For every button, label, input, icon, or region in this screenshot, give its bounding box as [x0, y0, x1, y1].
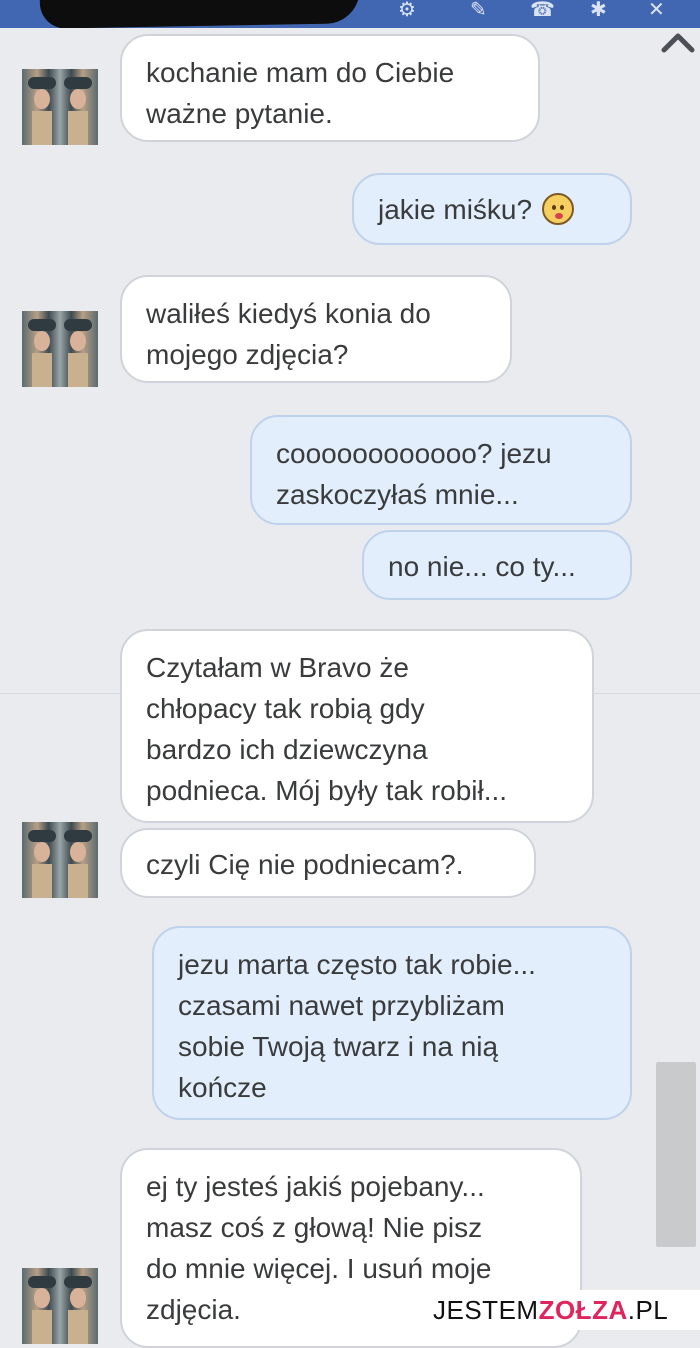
watermark-text-post: .PL — [627, 1295, 669, 1325]
chat-message-list[interactable]: kochanie mam do Ciebie ważne pytanie. ja… — [0, 28, 700, 1348]
message-line: sobie Twoją twarz i na nią — [178, 1031, 499, 1062]
outgoing-message: jezu marta często tak robie... czasami n… — [152, 926, 632, 1120]
message-line: coooooooooooo? jezu — [276, 438, 552, 469]
outgoing-message: no nie... co ty... — [362, 530, 632, 600]
add-person-icon[interactable]: ⚙ — [398, 0, 416, 20]
message-line: bardzo ich dziewczyna — [146, 734, 428, 765]
message-line: no nie... co ty... — [388, 551, 576, 582]
message-line: masz coś z głową! Nie pisz — [146, 1212, 483, 1243]
message-line: czasami nawet przybliżam — [178, 990, 505, 1021]
chat-title-bar: ⚙ ✎ ☎ ✱ ✕ — [0, 0, 700, 29]
close-icon[interactable]: ✕ — [648, 0, 665, 20]
message-line: podnieca. Mój były tak robił... — [146, 775, 508, 806]
redacted-contact-name — [39, 0, 361, 29]
message-line: mojego zdjęcia? — [146, 339, 349, 370]
incoming-message: czyli Cię nie podniecam?. — [120, 828, 536, 898]
outgoing-message: coooooooooooo? jezu zaskoczyłaś mnie... — [250, 415, 632, 525]
contact-avatar[interactable] — [22, 822, 98, 898]
message-line: ważne pytanie. — [146, 98, 333, 129]
message-line: zaskoczyłaś mnie... — [276, 479, 519, 510]
incoming-message: kochanie mam do Ciebie ważne pytanie. — [120, 34, 540, 142]
message-line: chłopacy tak robią gdy — [146, 693, 425, 724]
message-line: do mnie więcej. I usuń moje — [146, 1253, 492, 1284]
watermark-text-mid: ZOŁZA — [538, 1295, 628, 1325]
contact-avatar[interactable] — [22, 69, 98, 145]
message-line: jakie miśku? — [378, 194, 533, 225]
message-line: Czytałam w Bravo że — [146, 652, 409, 683]
incoming-message: waliłeś kiedyś konia do mojego zdjęcia? — [120, 275, 512, 383]
message-line: jezu marta często tak robie... — [178, 949, 536, 980]
video-call-icon[interactable]: ✎ — [470, 0, 487, 20]
message-line: ej ty jesteś jakiś pojebany... — [146, 1171, 485, 1202]
contact-avatar[interactable] — [22, 1268, 98, 1344]
incoming-message: Czytałam w Bravo że chłopacy tak robią g… — [120, 629, 594, 823]
message-line: kochanie mam do Ciebie — [146, 57, 455, 88]
call-icon[interactable]: ☎ — [530, 0, 555, 20]
kiss-face-emoji-icon — [542, 193, 575, 225]
chevron-up-icon[interactable] — [660, 30, 696, 54]
contact-avatar[interactable] — [22, 311, 98, 387]
message-line: czyli Cię nie podniecam?. — [146, 849, 464, 880]
settings-icon[interactable]: ✱ — [590, 0, 607, 20]
watermark-logo: JESTEMZOŁZA.PL — [425, 1290, 700, 1330]
scrollbar-thumb[interactable] — [656, 1062, 696, 1247]
message-line: waliłeś kiedyś konia do — [146, 298, 431, 329]
watermark-text-pre: JESTEM — [433, 1295, 539, 1325]
message-line: kończe — [178, 1072, 267, 1103]
outgoing-message: jakie miśku? — [352, 173, 632, 245]
